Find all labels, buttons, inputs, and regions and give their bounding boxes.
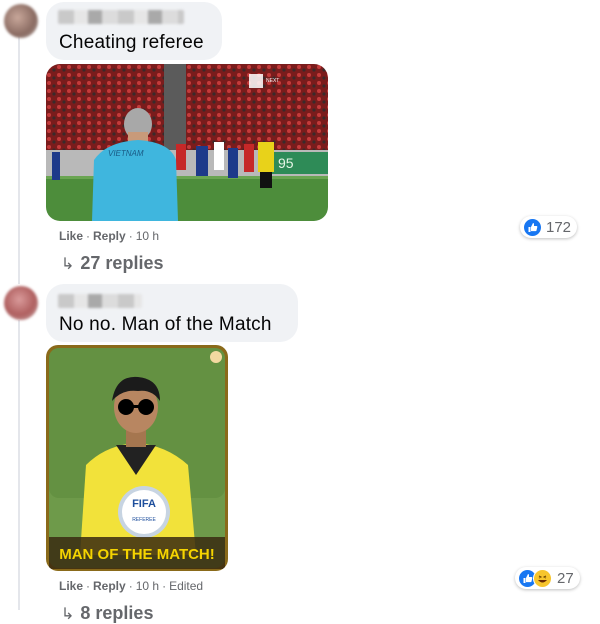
reaction-count: 172 xyxy=(546,218,572,236)
view-replies-link[interactable]: ↳ 27 replies xyxy=(61,253,163,274)
avatar[interactable] xyxy=(4,4,38,38)
reply-arrow-icon: ↳ xyxy=(61,606,75,623)
jersey-text: VIETNAM xyxy=(108,149,144,158)
author-name[interactable] xyxy=(58,294,142,308)
thread-line xyxy=(18,320,20,610)
broadcaster-logo: NEXT xyxy=(266,78,279,84)
reaction-count: 27 xyxy=(557,569,574,587)
reply-arrow-icon: ↳ xyxy=(61,256,75,273)
avatar[interactable] xyxy=(4,286,38,320)
replies-count: 8 replies xyxy=(80,603,154,623)
image-caption: MAN OF THE MATCH! xyxy=(59,546,215,563)
like-reaction-icon xyxy=(524,218,541,236)
comment-image-referee[interactable]: FIFA REFEREE MAN OF THE MATCH! xyxy=(46,345,228,571)
comment-text: No no. Man of the Match xyxy=(59,314,272,335)
comment-actions: Like · Reply · 10 h xyxy=(59,229,160,243)
timestamp[interactable]: 10 h xyxy=(136,229,159,243)
match-photo: VIETNAM 95 NEXT xyxy=(46,64,328,221)
timestamp[interactable]: 10 h xyxy=(136,579,159,593)
reactions-summary[interactable]: 27 xyxy=(515,567,580,589)
comment-image-match[interactable]: VIETNAM 95 NEXT xyxy=(46,64,328,221)
like-link[interactable]: Like xyxy=(59,229,83,243)
reactions-summary[interactable]: 172 xyxy=(520,216,578,238)
edited-label: Edited xyxy=(169,579,204,593)
referee-badge-text: REFEREE xyxy=(132,517,156,523)
haha-reaction-icon xyxy=(533,568,552,588)
reply-link[interactable]: Reply xyxy=(93,229,126,243)
like-link[interactable]: Like xyxy=(59,579,83,593)
fifa-badge-text: FIFA xyxy=(132,498,156,510)
reply-link[interactable]: Reply xyxy=(93,579,126,593)
replies-count: 27 replies xyxy=(80,253,164,273)
thread-line xyxy=(18,36,20,284)
comment-actions: Like · Reply · 10 h · Edited xyxy=(59,579,204,593)
comment-bubble: No no. Man of the Match xyxy=(46,284,298,342)
comment-bubble: Cheating referee xyxy=(46,2,222,60)
board-text: 95 xyxy=(278,155,294,171)
author-name[interactable] xyxy=(58,10,184,24)
referee-photo: FIFA REFEREE MAN OF THE MATCH! xyxy=(46,345,228,571)
comment-text: Cheating referee xyxy=(59,32,204,53)
